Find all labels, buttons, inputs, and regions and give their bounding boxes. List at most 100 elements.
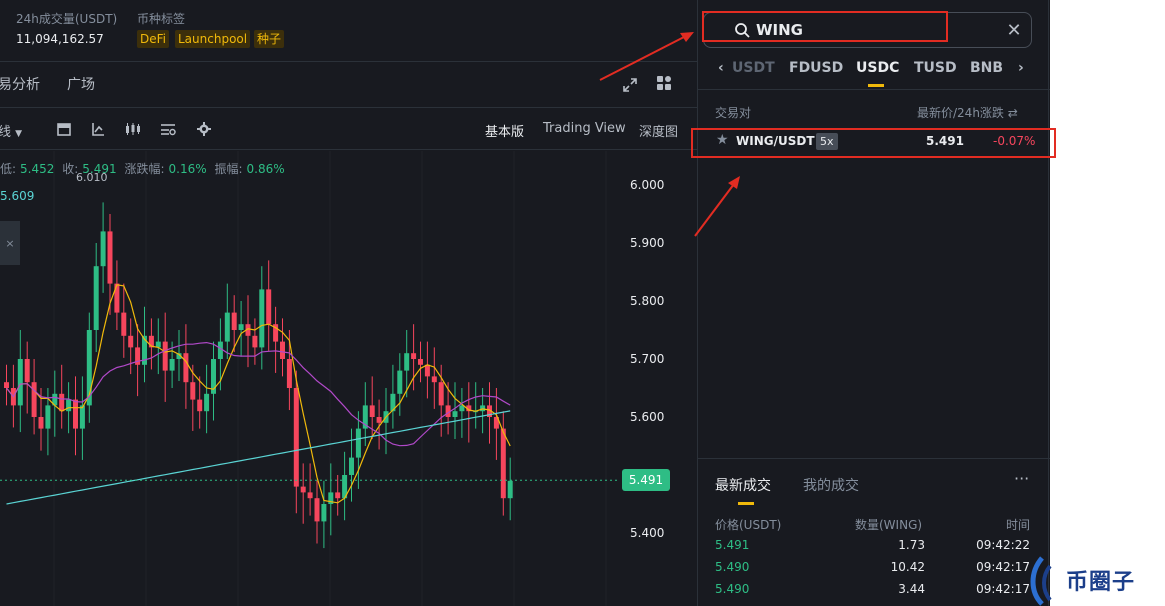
interval-select[interactable]: 线 ▼ bbox=[0, 121, 22, 140]
change-value: 0.16% bbox=[168, 162, 207, 176]
candle-body bbox=[452, 411, 458, 417]
volume-label: 24h成交量(USDT) bbox=[16, 12, 118, 26]
tab-analysis[interactable]: 易分析 bbox=[0, 74, 40, 94]
tag-defi[interactable]: DeFi bbox=[137, 30, 169, 48]
tab-fdusd[interactable]: FDUSD bbox=[789, 60, 843, 76]
candle-body bbox=[17, 359, 23, 406]
candle-body bbox=[397, 370, 403, 394]
chart-toolbar: 线 ▼ 基本版 Trading View 深度图 bbox=[0, 108, 697, 150]
candle-body bbox=[280, 341, 285, 359]
candle-body bbox=[300, 486, 306, 493]
column-header-pair[interactable]: 交易对 bbox=[715, 104, 751, 121]
close-icon[interactable]: × bbox=[0, 221, 20, 265]
tab-square[interactable]: 广场 bbox=[67, 74, 95, 94]
tag-launchpool[interactable]: Launchpool bbox=[175, 30, 251, 48]
kline-chart[interactable]: 低: 5.452 收: 5.491 涨跌幅: 0.16% 振幅: 0.86% 6.010… bbox=[0, 151, 697, 606]
kline-canvas[interactable] bbox=[0, 151, 697, 606]
trades-panel: 最新成交 我的成交 ··· 价格(USDT) 数量(WING) 时间 5.491… bbox=[698, 458, 1050, 606]
tab-latest-trades[interactable]: 最新成交 bbox=[715, 475, 771, 495]
candle-body bbox=[252, 335, 258, 348]
candle-body bbox=[369, 405, 375, 417]
trade-qty: 3.44 bbox=[898, 582, 925, 596]
candle-body bbox=[197, 399, 203, 412]
y-tick: 5.900 bbox=[630, 236, 665, 250]
clear-search-icon[interactable]: ✕ bbox=[1004, 20, 1024, 41]
tag-seed[interactable]: 种子 bbox=[254, 30, 285, 48]
highlight-box bbox=[702, 11, 948, 42]
candle-type-icon[interactable] bbox=[123, 119, 143, 139]
ohlc-readout: 低: 5.452 收: 5.491 涨跌幅: 0.16% 振幅: 0.86% bbox=[0, 160, 289, 177]
candle-body bbox=[321, 504, 327, 522]
low-value: 5.452 bbox=[20, 162, 55, 176]
scroll-left-icon[interactable]: ‹ bbox=[718, 60, 724, 76]
column-header-price-change[interactable]: 最新价/24h涨跌 ⇄ bbox=[917, 104, 1018, 121]
watermark-logo: 币圈子 bbox=[1020, 552, 1165, 606]
tags-label: 币种标签 bbox=[137, 12, 186, 26]
candle-body bbox=[100, 231, 106, 267]
chart-nav-tabs: 易分析 广场 bbox=[0, 62, 697, 108]
trade-row: 5.490 3.44 09:42:17 bbox=[698, 582, 1050, 604]
indicator-icon[interactable] bbox=[158, 119, 178, 139]
chart-panel: 24h成交量(USDT) 11,094,162.57 币种标签 DeFi Lau… bbox=[0, 0, 697, 606]
logo-icon bbox=[1030, 556, 1052, 606]
header-price: 价格(USDT) bbox=[715, 518, 782, 532]
candle-body bbox=[266, 289, 272, 325]
candle-body bbox=[355, 428, 361, 458]
candle-body bbox=[507, 480, 513, 499]
gear-icon[interactable] bbox=[194, 119, 214, 139]
brand-text: 币圈子 bbox=[1066, 570, 1136, 595]
chevron-down-icon: ▼ bbox=[15, 129, 23, 139]
y-tick: 6.000 bbox=[630, 178, 665, 192]
calendar-icon[interactable] bbox=[54, 119, 74, 139]
interval-label: 线 bbox=[0, 125, 12, 140]
candle-body bbox=[59, 393, 65, 412]
tab-usdc[interactable]: USDC bbox=[856, 60, 899, 76]
candle-body bbox=[38, 417, 44, 429]
candle-body bbox=[24, 359, 30, 383]
draw-line-icon[interactable] bbox=[88, 119, 108, 139]
candle-body bbox=[314, 498, 320, 522]
tab-tusd[interactable]: TUSD bbox=[914, 60, 957, 76]
candle-body bbox=[293, 388, 299, 487]
layout-icon[interactable] bbox=[654, 73, 674, 93]
candle-body bbox=[217, 341, 223, 359]
quote-currency-tabs: ‹ USDT FDUSD USDC TUSD BNB › bbox=[698, 52, 1050, 90]
trade-qty: 10.42 bbox=[890, 560, 925, 574]
candle-body bbox=[238, 324, 244, 330]
page-margin bbox=[1050, 0, 1165, 606]
market-stats: 24h成交量(USDT) 11,094,162.57 币种标签 DeFi Lau… bbox=[0, 0, 697, 62]
y-tick: 5.400 bbox=[630, 526, 665, 540]
more-icon[interactable]: ··· bbox=[1014, 469, 1029, 488]
tab-usdt[interactable]: USDT bbox=[732, 60, 775, 76]
candle-body bbox=[66, 399, 72, 412]
candle-body bbox=[79, 405, 85, 429]
y-tick: 5.800 bbox=[630, 294, 665, 308]
candle-body bbox=[204, 393, 210, 412]
swap-icon: ⇄ bbox=[1007, 106, 1018, 120]
candle-body bbox=[376, 417, 382, 423]
header-time: 时间 bbox=[1005, 518, 1030, 532]
last-price-tag: 5.491 bbox=[622, 469, 670, 491]
view-tradingview[interactable]: Trading View bbox=[543, 121, 626, 136]
trade-row: 5.491 1.73 09:42:22 bbox=[698, 538, 1050, 560]
candle-body bbox=[107, 231, 113, 284]
view-basic[interactable]: 基本版 bbox=[485, 121, 524, 140]
candle-body bbox=[4, 382, 9, 388]
ma-value: 5.609 bbox=[0, 189, 35, 203]
view-depth[interactable]: 深度图 bbox=[639, 121, 678, 140]
expand-icon[interactable] bbox=[620, 75, 640, 95]
header-quantity: 数量(WING) bbox=[855, 518, 923, 532]
candle-body bbox=[121, 312, 127, 336]
tab-my-trades[interactable]: 我的成交 bbox=[803, 475, 859, 495]
trade-price: 5.490 bbox=[715, 560, 750, 574]
trade-time: 09:42:22 bbox=[976, 538, 1030, 552]
candle-body bbox=[411, 353, 417, 359]
candle-body bbox=[286, 359, 292, 388]
candle-body bbox=[349, 457, 354, 475]
amplitude-value: 0.86% bbox=[246, 162, 285, 176]
candle-body bbox=[183, 353, 189, 383]
candle-body bbox=[404, 353, 410, 371]
tab-bnb[interactable]: BNB bbox=[970, 60, 1003, 76]
scroll-right-icon[interactable]: › bbox=[1018, 60, 1024, 76]
highlight-box bbox=[691, 128, 1056, 158]
